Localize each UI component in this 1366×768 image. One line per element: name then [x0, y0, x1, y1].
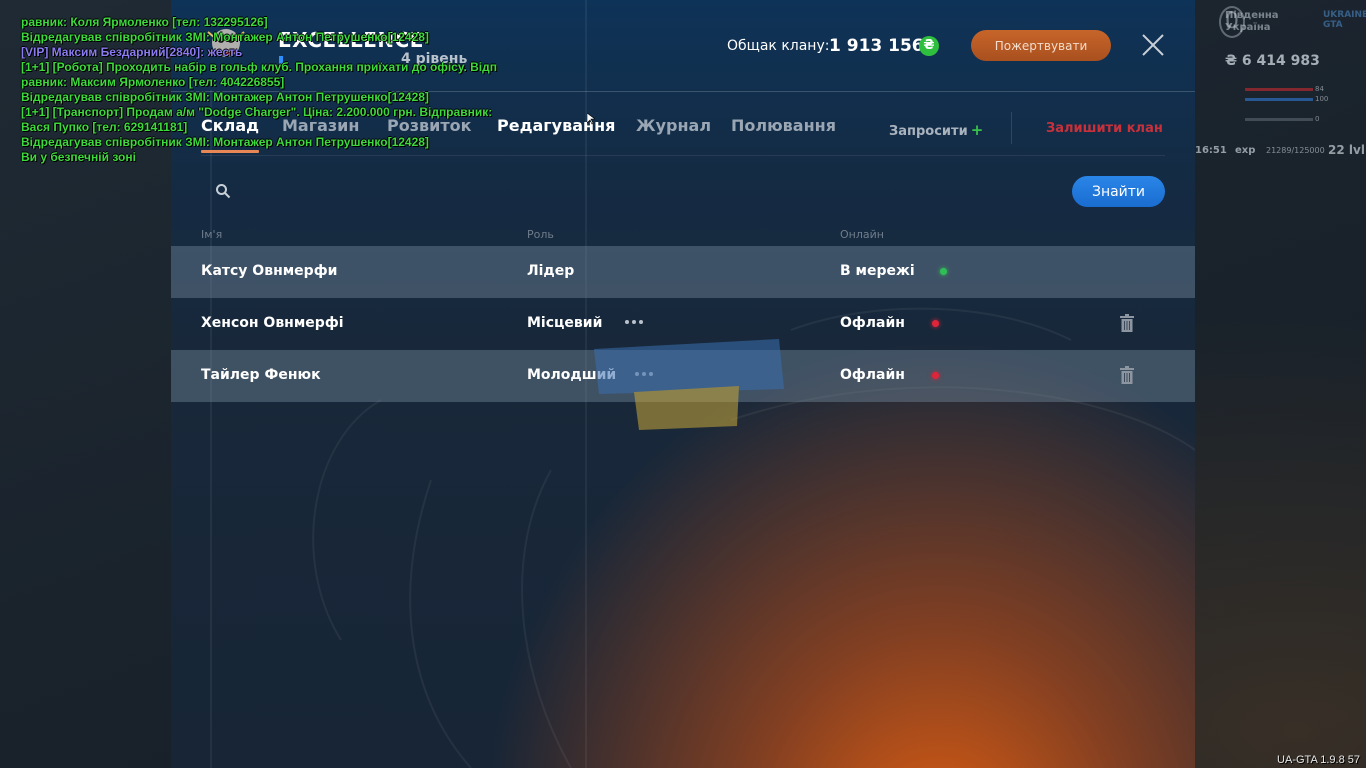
member-role: Лідер [527, 263, 575, 279]
actions-divider [1011, 112, 1012, 144]
member-search-input[interactable] [241, 176, 1041, 206]
find-button[interactable]: Знайти [1072, 176, 1165, 207]
column-header-name: Ім'я [201, 228, 223, 241]
chat-line: равник: Максим Ярмоленко [тел: 404226855… [21, 75, 285, 89]
member-role: Місцевий [527, 315, 603, 331]
game-version: UA-GTA 1.9.8 57 [1277, 754, 1360, 766]
chat-line: Відредагував співробітник ЗМІ: Монтажер … [21, 135, 429, 149]
armor-value: 100 [1315, 95, 1329, 103]
hud-server-name: Південна Україна [1225, 10, 1279, 33]
health-value: 84 [1315, 85, 1324, 93]
plus-icon: + [970, 121, 984, 139]
armor-bar [1245, 98, 1313, 101]
donate-button[interactable]: Пожертвувати [971, 30, 1111, 61]
chat-line: [1+1] [Транспорт] Продам а/м "Dodge Char… [21, 105, 493, 119]
health-bar [1245, 88, 1313, 91]
ukraine-gta-watermark-logo [594, 339, 784, 430]
hunger-value: 0 [1315, 115, 1320, 123]
member-status: Офлайн [840, 367, 905, 383]
close-icon[interactable] [1141, 33, 1165, 57]
chat-line: Відредагував співробітник ЗМІ: Монтажер … [21, 90, 429, 104]
hud-time: 16:51 [1195, 145, 1227, 156]
trash-icon[interactable] [1120, 366, 1134, 384]
mouse-cursor-icon [587, 113, 595, 125]
table-row[interactable]: Катсу Овнмерфи Лідер В мережі [171, 246, 1195, 298]
hud-ukraine-gta-logo: UKRAINE GTA [1323, 10, 1366, 30]
hunger-bar [1245, 118, 1313, 121]
offline-status-dot [932, 372, 939, 379]
tab-log[interactable]: Журнал [636, 116, 711, 135]
invite-button[interactable]: Запросити + [889, 121, 983, 139]
chat-line: Відредагував співробітник ЗМІ: Монтажер … [21, 30, 429, 44]
column-header-role: Роль [527, 228, 554, 241]
chat-line: [1+1] [Робота] Проходить набір в гольф к… [21, 60, 497, 74]
invite-label: Запросити [889, 124, 968, 139]
member-status: Офлайн [840, 315, 905, 331]
more-options-icon[interactable] [624, 318, 644, 326]
member-name: Катсу Овнмерфи [201, 263, 338, 279]
member-status: В мережі [840, 263, 915, 279]
hud-exp-value: 21289/125000 [1266, 146, 1325, 155]
chat-line: Ви у безпечній зоні [21, 150, 136, 164]
clan-bank-value: 1 913 156 [829, 36, 924, 56]
online-status-dot [940, 268, 947, 275]
player-hud: 0 Південна Україна UKRAINE GTA ₴ 6 414 9… [1195, 0, 1366, 170]
chat-log: равник: Коля Ярмоленко [тел: 132295126] … [21, 15, 497, 165]
tab-hunting[interactable]: Полювання [731, 116, 836, 135]
hryvnia-currency-icon: ₴ [919, 36, 939, 56]
hud-exp-label: exp [1235, 145, 1256, 156]
tab-editing[interactable]: Редагування [497, 116, 615, 135]
leave-clan-button[interactable]: Залишити клан [1046, 121, 1163, 136]
clan-bank-label: Общак клану: [727, 38, 830, 54]
chat-line: равник: Коля Ярмоленко [тел: 132295126] [21, 15, 268, 29]
chat-line: Вася Пупко [тел: 629141181] [21, 120, 188, 134]
hud-money: ₴ 6 414 983 [1225, 53, 1320, 69]
column-header-online: Онлайн [840, 228, 884, 241]
member-name: Хенсон Овнмерфі [201, 315, 344, 331]
hud-player-level: 22 lvl [1328, 143, 1365, 157]
search-icon [216, 184, 231, 199]
trash-icon[interactable] [1120, 314, 1134, 332]
offline-status-dot [932, 320, 939, 327]
member-name: Тайлер Фенюк [201, 367, 321, 383]
chat-line: [VIP] Максим Бездарний[2840]: жесть [21, 45, 243, 59]
